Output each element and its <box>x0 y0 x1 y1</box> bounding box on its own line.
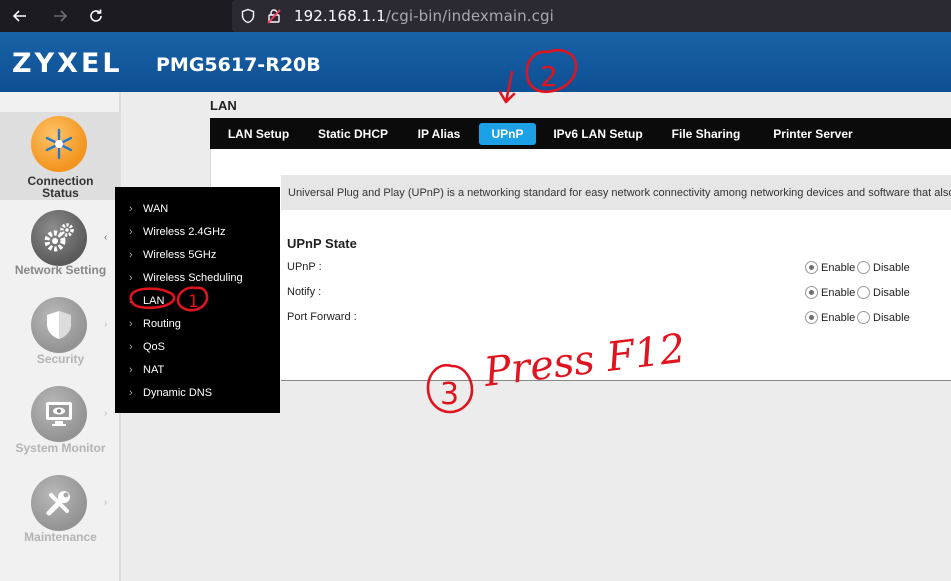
sidebar-item-security[interactable]: Security › <box>0 295 121 375</box>
upnp-description: Universal Plug and Play (UPnP) is a netw… <box>288 187 951 199</box>
tab-printer-server[interactable]: Printer Server <box>765 123 861 145</box>
sidebar-label-maintenance: Maintenance <box>24 530 97 544</box>
chevron-left-icon: ‹ <box>104 232 108 243</box>
url-host: 192.168.1.1 <box>294 7 386 25</box>
menu-item-wireless-scheduling[interactable]: › Wireless Scheduling <box>129 272 243 284</box>
insecure-lock-icon[interactable] <box>266 8 282 24</box>
setting-label: Notify : <box>287 286 322 298</box>
menu-item-label: Wireless Scheduling <box>143 272 243 284</box>
url-text: 192.168.1.1/cgi-bin/indexmain.cgi <box>294 7 554 25</box>
arrow-left-icon <box>12 10 26 22</box>
bullet-icon: › <box>129 249 133 261</box>
setting-row-notify: Notify : Enable Disable <box>287 285 947 301</box>
menu-item-wan[interactable]: › WAN <box>129 203 168 215</box>
menu-item-label: NAT <box>143 364 165 376</box>
page-title: LAN <box>210 98 237 113</box>
sidebar-item-connection-status[interactable]: Connection Status <box>0 112 121 200</box>
upnp-settings-card: Universal Plug and Play (UPnP) is a netw… <box>281 175 951 381</box>
reload-button[interactable] <box>84 4 108 28</box>
url-path: /cgi-bin/indexmain.cgi <box>385 7 554 25</box>
model-name: PMG5617-R20B <box>156 54 321 76</box>
gears-icon <box>31 210 87 266</box>
menu-item-nat[interactable]: › NAT <box>129 364 164 376</box>
tab-ip-alias[interactable]: IP Alias <box>410 123 468 145</box>
tab-file-sharing[interactable]: File Sharing <box>666 123 746 145</box>
menu-item-label: QoS <box>143 341 166 353</box>
sidebar-label-status: Status <box>42 186 79 200</box>
main-sidebar: Connection Status Network Setting ‹ Secu… <box>0 92 121 581</box>
bullet-icon: › <box>129 226 133 238</box>
sidebar-label-network-setting: Network Setting <box>14 263 107 277</box>
menu-item-lan[interactable]: › LAN <box>129 295 164 307</box>
notify-disable-radio[interactable] <box>857 286 870 299</box>
upnp-disable-radio[interactable] <box>857 261 870 274</box>
sidebar-label-security: Security <box>36 352 85 366</box>
tab-ipv6-lan-setup[interactable]: IPv6 LAN Setup <box>550 123 646 145</box>
port-forward-disable-radio[interactable] <box>857 311 870 324</box>
arrow-right-icon <box>54 10 68 22</box>
menu-item-wireless-5[interactable]: › Wireless 5GHz <box>129 249 216 261</box>
tracking-shield-icon[interactable] <box>240 8 256 24</box>
tools-icon <box>31 475 87 531</box>
tab-lan-setup[interactable]: LAN Setup <box>222 123 295 145</box>
description-strip: Universal Plug and Play (UPnP) is a netw… <box>281 175 951 210</box>
port-forward-enable-radio[interactable] <box>805 311 818 324</box>
sidebar-label-system-monitor: System Monitor <box>15 441 106 455</box>
sidebar-item-maintenance[interactable]: Maintenance › <box>0 473 121 553</box>
section-title: UPnP State <box>287 236 357 251</box>
url-bar[interactable]: 192.168.1.1/cgi-bin/indexmain.cgi <box>232 0 951 32</box>
bullet-icon: › <box>129 272 133 284</box>
menu-item-label: Routing <box>143 318 181 330</box>
bullet-icon: › <box>129 364 133 376</box>
disable-label: Disable <box>873 312 910 324</box>
menu-item-label: Wireless 2.4GHz <box>143 226 226 238</box>
tab-static-dhcp[interactable]: Static DHCP <box>314 123 392 145</box>
sidebar-item-system-monitor[interactable]: System Monitor › <box>0 384 121 464</box>
setting-row-upnp: UPnP : Enable Disable <box>287 260 947 276</box>
menu-item-dynamic-dns[interactable]: › Dynamic DNS <box>129 387 212 399</box>
reload-icon <box>90 9 102 22</box>
upnp-enable-radio[interactable] <box>805 261 818 274</box>
bullet-icon: › <box>129 295 133 307</box>
bullet-icon: › <box>129 387 133 399</box>
enable-label: Enable <box>821 287 856 299</box>
enable-label: Enable <box>821 312 856 324</box>
menu-item-label: WAN <box>143 203 169 215</box>
app-header: ZYXEL PMG5617-R20B <box>0 32 951 92</box>
menu-item-wireless-24[interactable]: › Wireless 2.4GHz <box>129 226 226 238</box>
notify-enable-radio[interactable] <box>805 286 818 299</box>
menu-item-label: Dynamic DNS <box>143 387 213 399</box>
forward-button[interactable] <box>48 4 72 28</box>
menu-item-routing[interactable]: › Routing <box>129 318 181 330</box>
chevron-right-icon: › <box>104 497 108 508</box>
bullet-icon: › <box>129 341 133 353</box>
disable-label: Disable <box>873 287 910 299</box>
annotation-step-3: 3 <box>440 377 459 412</box>
network-icon <box>31 116 87 172</box>
chevron-right-icon: › <box>104 319 108 330</box>
menu-item-label: Wireless 5GHz <box>143 249 217 261</box>
enable-label: Enable <box>821 262 856 274</box>
browser-toolbar: 192.168.1.1/cgi-bin/indexmain.cgi <box>0 0 951 32</box>
back-button[interactable] <box>8 4 32 28</box>
chevron-right-icon: › <box>104 408 108 419</box>
sidebar-item-network-setting[interactable]: Network Setting ‹ <box>0 206 121 286</box>
tab-upnp[interactable]: UPnP <box>479 123 536 145</box>
bullet-icon: › <box>129 318 133 330</box>
network-setting-menu: › WAN › Wireless 2.4GHz › Wireless 5GHz › Wi… <box>115 187 280 413</box>
monitor-icon <box>31 386 87 442</box>
setting-row-port-forward: Port Forward : Enable Disable <box>287 310 947 326</box>
shield-icon <box>31 297 87 353</box>
menu-item-label: LAN <box>143 295 165 307</box>
bullet-icon: › <box>129 203 133 215</box>
setting-label: UPnP : <box>287 261 322 273</box>
brand-logo: ZYXEL <box>12 48 123 79</box>
tab-bar: LAN Setup Static DHCP IP Alias UPnP IPv6… <box>210 118 951 149</box>
menu-item-qos[interactable]: › QoS <box>129 341 165 353</box>
disable-label: Disable <box>873 262 910 274</box>
setting-label: Port Forward : <box>287 311 357 323</box>
